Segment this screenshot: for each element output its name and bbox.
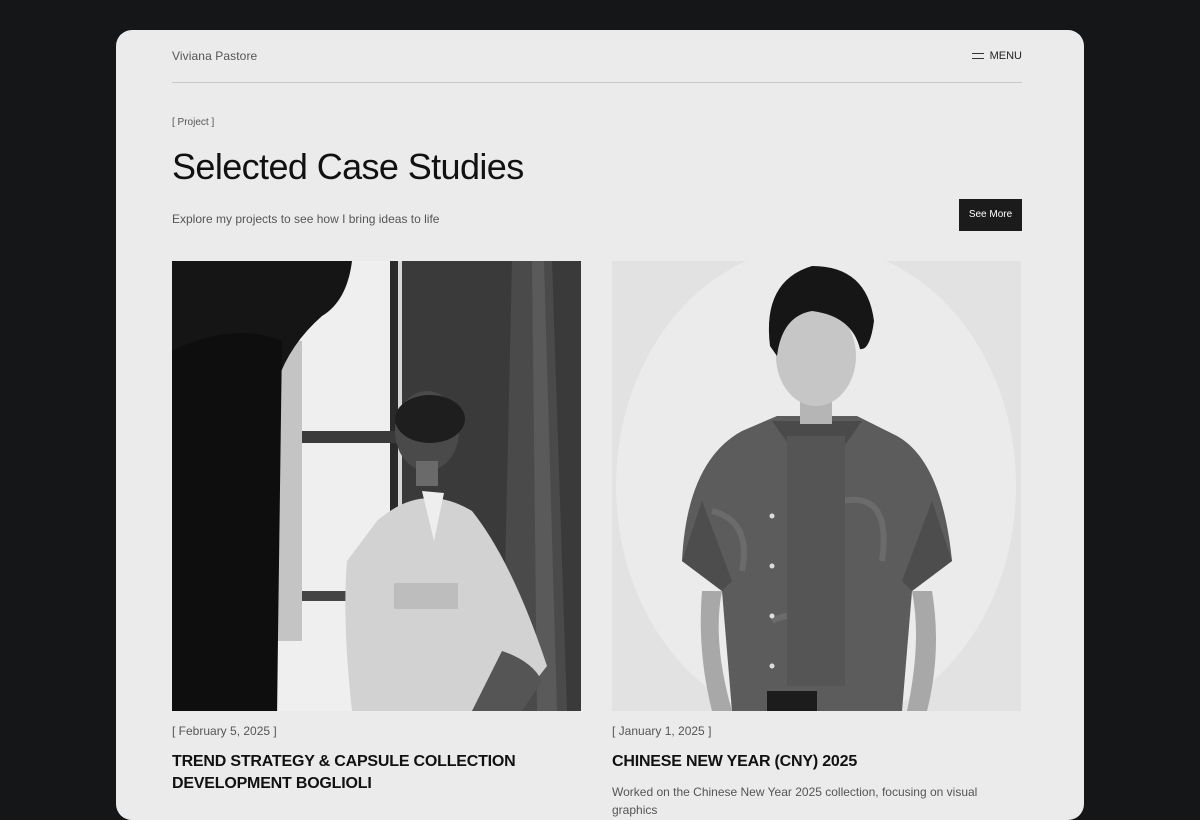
- case-study-title[interactable]: TREND STRATEGY & CAPSULE COLLECTION DEVE…: [172, 751, 581, 795]
- case-study-date: [ January 1, 2025 ]: [612, 724, 712, 738]
- case-study-photo[interactable]: [612, 261, 1021, 711]
- portfolio-window: Viviana Pastore MENU [ Project ] Selecte…: [116, 30, 1084, 820]
- case-study-card[interactable]: [ January 1, 2025 ] CHINESE NEW YEAR (CN…: [612, 261, 1021, 819]
- section-tag: [ Project ]: [172, 117, 215, 128]
- site-header: Viviana Pastore MENU: [172, 30, 1022, 83]
- case-study-description: Worked on the Chinese New Year 2025 coll…: [612, 785, 978, 817]
- hamburger-icon: [971, 53, 984, 59]
- section-subrow: Explore my projects to see how I bring i…: [172, 198, 1022, 235]
- menu-label: MENU: [989, 50, 1022, 62]
- case-study-list: [ February 5, 2025 ] TREND STRATEGY & CA…: [172, 261, 1022, 819]
- case-study-card[interactable]: [ February 5, 2025 ] TREND STRATEGY & CA…: [172, 261, 581, 819]
- case-study-date: [ February 5, 2025 ]: [172, 724, 277, 738]
- case-study-title[interactable]: CHINESE NEW YEAR (CNY) 2025: [612, 751, 1021, 773]
- section-subtitle: Explore my projects to see how I bring i…: [172, 211, 440, 226]
- see-more-button[interactable]: See More: [959, 198, 1022, 231]
- brand-name[interactable]: Viviana Pastore: [172, 49, 257, 63]
- content-container: Viviana Pastore MENU [ Project ] Selecte…: [172, 30, 1022, 817]
- menu-button[interactable]: MENU: [971, 50, 1022, 62]
- section-title: Selected Case Studies: [172, 146, 524, 187]
- case-study-photo[interactable]: [172, 261, 581, 711]
